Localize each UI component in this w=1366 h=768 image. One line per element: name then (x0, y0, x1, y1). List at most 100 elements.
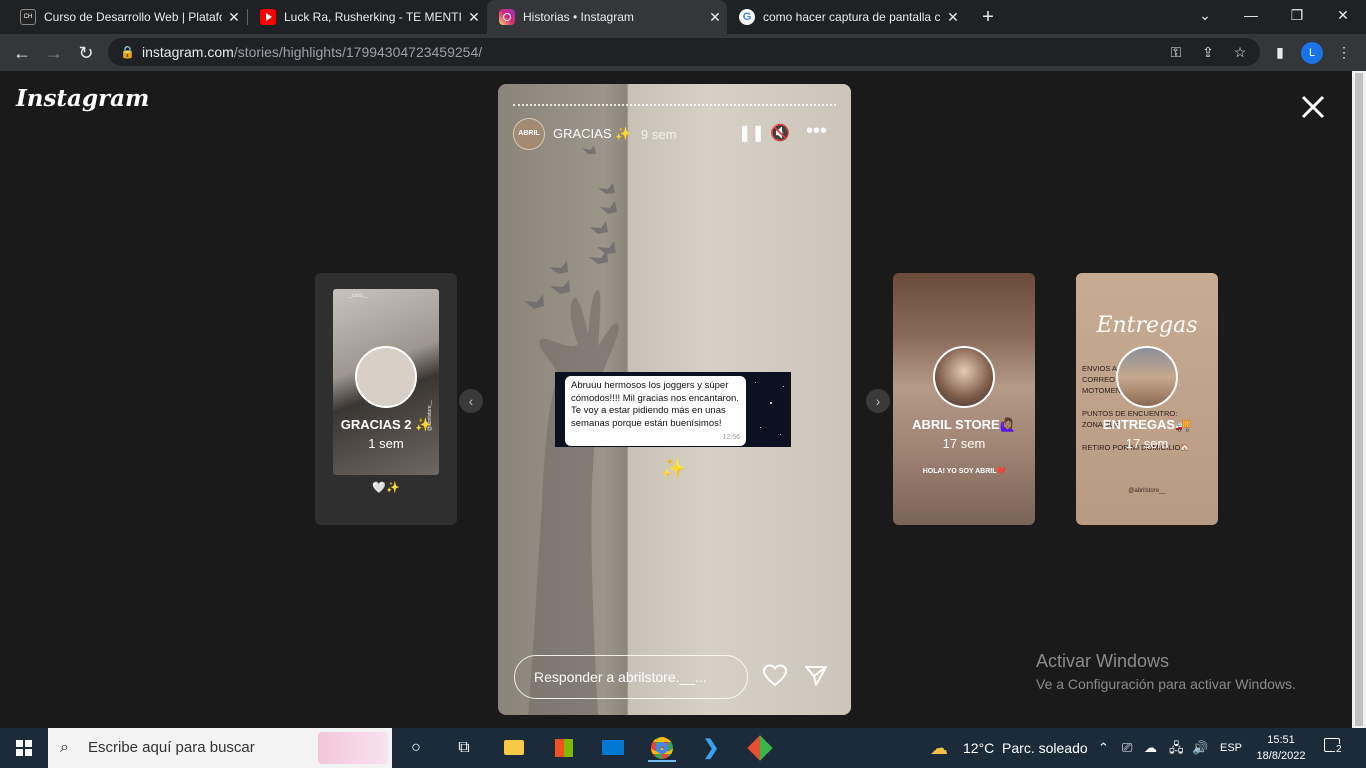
share-icon[interactable]: ⇪ (1198, 42, 1218, 62)
highlight-name: GRACIAS 2 ✨ (340, 417, 432, 432)
windows-start-icon[interactable] (16, 740, 32, 756)
stories-viewer: Instagram _carol__ @abrilstore__ GRACIAS… (0, 71, 1352, 728)
side-panel-icon[interactable]: ▮ (1270, 42, 1290, 62)
instagram-icon (499, 9, 515, 25)
highlight-age: 17 sem (942, 436, 986, 451)
git-icon[interactable] (746, 734, 774, 762)
tab-search-icon[interactable]: ⌄ (1182, 0, 1228, 30)
story-card-prev[interactable]: _carol__ @abrilstore__ GRACIAS 2 ✨ 1 sem… (315, 273, 457, 525)
forward-icon[interactable]: → (40, 39, 68, 67)
new-tab-button[interactable]: + (976, 4, 1000, 30)
windows-taskbar: ⌕ Escribe aquí para buscar ○ ⧉ ❯ ☁ 12°C … (0, 728, 1366, 768)
url-path: /stories/highlights/17994304723459254/ (233, 44, 483, 60)
volume-icon[interactable]: 🔊 (1192, 728, 1208, 768)
chat-bubble: Abruuu hermosos los joggers y súper cómo… (565, 376, 746, 446)
close-tab-icon[interactable]: ✕ (462, 9, 486, 26)
search-highlight-image (318, 732, 388, 764)
page-scrollbar[interactable] (1352, 71, 1366, 728)
notification-count: 2 (1335, 744, 1343, 755)
star (760, 427, 761, 428)
tab-coder[interactable]: CH Curso de Desarrollo Web | Platafo ✕ (8, 0, 246, 34)
card-handle: @abrilstore__ (1128, 488, 1166, 494)
reload-icon[interactable]: ↻ (72, 39, 100, 67)
star (783, 386, 784, 387)
close-tab-icon[interactable]: ✕ (941, 9, 965, 26)
tab-google[interactable]: G como hacer captura de pantalla c ✕ (727, 0, 965, 34)
scrollbar-thumb[interactable] (1355, 73, 1363, 726)
restore-icon[interactable]: ❐ (1274, 0, 1320, 30)
highlight-cover (933, 346, 995, 408)
story-player[interactable]: ABRIL GRACIAS ✨ 9 sem ❚❚ 🔇 ••• Abruuu he… (498, 84, 851, 715)
tab-title: como hacer captura de pantalla c (763, 10, 941, 24)
network-icon[interactable]: 🖧 (1169, 728, 1184, 768)
minimize-icon[interactable]: — (1228, 0, 1274, 30)
mail-icon[interactable] (599, 734, 627, 762)
close-tab-icon[interactable]: ✕ (222, 9, 246, 26)
highlight-cover (1116, 346, 1178, 408)
reply-input[interactable]: Responder a abrilstore.__... (514, 655, 748, 699)
chat-message: Abruuu hermosos los joggers y súper cómo… (571, 380, 739, 429)
clock-time: 15:51 (1267, 734, 1295, 746)
activate-subtitle: Ve a Configuración para activar Windows. (1036, 676, 1296, 692)
highlight-age: 17 sem (1125, 436, 1169, 451)
next-story-arrow[interactable]: › (866, 389, 890, 413)
heart-icon[interactable] (762, 664, 788, 688)
file-explorer-icon[interactable] (500, 734, 528, 762)
vscode-icon[interactable]: ❯ (697, 734, 725, 762)
star (755, 382, 756, 383)
clock[interactable]: 15:51 18/8/2022 (1252, 732, 1310, 764)
chat-screenshot: Abruuu hermosos los joggers y súper cómo… (555, 372, 791, 447)
star (770, 402, 772, 404)
url-host: instagram.com (142, 44, 234, 60)
activate-windows-watermark: Activar Windows Ve a Configuración para … (1036, 651, 1296, 692)
card-caption: HOLA! YO SOY ABRIL❤️ (922, 468, 1006, 475)
back-icon[interactable]: ← (8, 39, 36, 67)
close-window-icon[interactable]: ✕ (1320, 0, 1366, 30)
tab-youtube[interactable]: Luck Ra, Rusherking - TE MENTIR ✕ (248, 0, 486, 34)
highlight-cover (355, 346, 417, 408)
search-placeholder: Escribe aquí para buscar (88, 739, 255, 756)
tab-strip: CH Curso de Desarrollo Web | Platafo ✕ L… (0, 0, 1366, 34)
story-card-next-2[interactable]: Entregas ENVIOS A TODO EL PAIS: CORREO A… (1076, 273, 1218, 525)
close-tab-icon[interactable]: ✕ (703, 9, 727, 26)
weather-icon[interactable]: ☁ (930, 728, 948, 768)
coder-icon: CH (20, 9, 36, 25)
card-caption: 🤍✨ (372, 482, 400, 494)
meet-now-icon[interactable]: ⎚ (1122, 728, 1132, 768)
chat-timestamp: 12:56 (722, 433, 740, 441)
send-icon[interactable] (804, 664, 828, 688)
key-icon[interactable]: ⚿ (1166, 42, 1186, 62)
cortana-icon[interactable]: ○ (402, 734, 430, 762)
prev-story-arrow[interactable]: ‹ (459, 389, 483, 413)
profile-avatar[interactable]: L (1301, 42, 1323, 64)
lock-icon: 🔒 (120, 45, 135, 59)
store-icon[interactable] (550, 734, 578, 762)
task-view-icon[interactable]: ⧉ (450, 734, 478, 762)
browser-toolbar: ← → ↻ 🔒 instagram.com/stories/highlights… (0, 34, 1366, 71)
highlight-name: ENTREGAS🚚 (1102, 417, 1192, 432)
notifications-icon[interactable]: 2 (1324, 738, 1346, 758)
activate-title: Activar Windows (1036, 651, 1170, 671)
bookmark-star-icon[interactable]: ☆ (1230, 42, 1250, 62)
menu-icon[interactable]: ⋮ (1334, 42, 1354, 62)
taskbar-search[interactable]: ⌕ Escribe aquí para buscar (48, 728, 392, 768)
clock-date: 18/8/2022 (1256, 750, 1306, 762)
highlight-name: ABRIL STORE🙋🏽‍♀️ (912, 417, 1016, 432)
google-icon: G (739, 9, 755, 25)
language-indicator[interactable]: ESP (1220, 728, 1242, 768)
weather-text[interactable]: 12°C Parc. soleado (963, 728, 1088, 768)
chrome-icon[interactable] (648, 734, 676, 762)
search-icon: ⌕ (60, 739, 69, 756)
story-card-next-1[interactable]: ABRIL STORE🙋🏽‍♀️ 17 sem HOLA! YO SOY ABR… (893, 273, 1035, 525)
tab-title: Historias • Instagram (523, 10, 634, 24)
card-script-title: Entregas (1096, 313, 1198, 338)
close-icon[interactable] (1297, 91, 1329, 123)
instagram-logo[interactable]: Instagram (16, 85, 149, 112)
highlight-age: 1 sem (368, 436, 404, 451)
tray-chevron-icon[interactable]: ⌃ (1098, 728, 1109, 768)
address-bar[interactable]: 🔒 instagram.com/stories/highlights/17994… (108, 38, 1260, 66)
tab-title: Luck Ra, Rusherking - TE MENTIR (284, 10, 462, 24)
onedrive-icon[interactable]: ☁ (1144, 728, 1157, 768)
youtube-icon (260, 9, 276, 25)
tab-instagram[interactable]: Historias • Instagram ✕ (487, 0, 727, 34)
